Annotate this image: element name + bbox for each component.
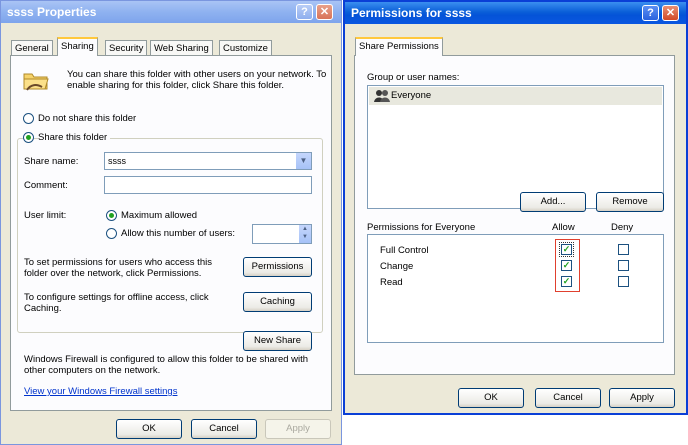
shared-folder-icon [23,73,49,91]
full-control-deny-checkbox[interactable] [618,244,629,255]
perm-apply-button[interactable]: Apply [609,388,675,408]
share-folder-radio[interactable] [23,132,34,143]
change-deny-checkbox[interactable] [618,260,629,271]
apply-button[interactable]: Apply [265,419,331,439]
tab-customize[interactable]: Customize [219,40,272,56]
allow-number-label: Allow this number of users: [121,228,236,239]
perm-read-label: Read [380,277,403,288]
comment-label: Comment: [24,180,68,191]
perm-change-label: Change [380,261,414,272]
firewall-settings-link[interactable]: View your Windows Firewall settings [24,386,177,397]
tab-sharing[interactable]: Sharing [57,37,98,56]
firewall-text: Windows Firewall is configured to allow … [24,354,309,376]
share-name-field[interactable]: ssss ▼ [104,152,312,170]
remove-button[interactable]: Remove [596,192,664,212]
sharing-panel: You can share this folder with other use… [10,55,332,411]
spinner-arrows-icon[interactable]: ▲ ▼ [299,225,311,243]
user-everyone: Everyone [391,90,432,101]
close-icon[interactable]: ✕ [316,4,333,20]
perm-ok-button[interactable]: OK [458,388,524,408]
permissions-window: Permissions for ssss ? ✕ Share Permissio… [343,0,688,415]
ok-button[interactable]: OK [116,419,182,439]
tab-security[interactable]: Security [105,40,148,56]
share-name-value: ssss [108,156,126,166]
tab-general[interactable]: General [11,40,53,56]
read-deny-checkbox[interactable] [618,276,629,287]
intro-text: You can share this folder with other use… [67,69,327,91]
close-icon[interactable]: ✕ [662,5,679,21]
new-share-button[interactable]: New Share [243,331,312,351]
properties-title: ssss Properties [7,5,97,19]
max-allowed-label: Maximum allowed [121,210,198,221]
permissions-titlebar[interactable]: Permissions for ssss ? ✕ [345,2,686,24]
change-allow-checkbox[interactable]: ✓ [561,260,572,271]
group-names-label: Group or user names: [367,72,460,83]
permissions-list: Full Control ✓ Change ✓ Read ✓ [367,234,664,343]
permissions-header: Permissions for Everyone [367,222,476,233]
deny-header: Deny [611,222,634,233]
add-button[interactable]: Add... [520,192,586,212]
user-limit-label: User limit: [24,210,67,221]
do-not-share-radio[interactable] [23,113,34,124]
permissions-title: Permissions for ssss [351,6,472,20]
share-folder-label: Share this folder [38,132,111,143]
help-icon[interactable]: ? [296,4,313,20]
allow-header: Allow [552,222,575,233]
user-list[interactable]: Everyone [367,85,664,209]
user-count-spinner[interactable]: ▲ ▼ [252,224,312,244]
share-name-label: Share name: [24,156,79,167]
comment-field[interactable] [104,176,312,194]
chevron-down-icon[interactable]: ▼ [296,153,311,169]
permissions-text: To set permissions for users who access … [24,257,212,279]
permissions-button[interactable]: Permissions [243,257,312,277]
do-not-share-label: Do not share this folder [38,113,137,124]
tab-web-sharing[interactable]: Web Sharing [150,40,213,56]
share-permissions-panel: Group or user names: Everyone Add... Rem… [354,55,675,375]
users-group-icon [374,90,390,102]
perm-cancel-button[interactable]: Cancel [535,388,601,408]
caching-text: To configure settings for offline access… [24,292,209,314]
list-item[interactable]: Everyone [369,87,662,105]
caching-button[interactable]: Caching [243,292,312,312]
max-allowed-radio[interactable] [106,210,117,221]
perm-full-control-label: Full Control [380,245,429,256]
read-allow-checkbox[interactable]: ✓ [561,276,572,287]
tab-share-permissions[interactable]: Share Permissions [355,37,443,56]
properties-titlebar[interactable]: ssss Properties ? ✕ [1,1,341,23]
properties-window: ssss Properties ? ✕ General Sharing Secu… [0,0,342,445]
cancel-button[interactable]: Cancel [191,419,257,439]
help-icon[interactable]: ? [642,5,659,21]
allow-number-radio[interactable] [106,228,117,239]
full-control-allow-checkbox[interactable]: ✓ [559,242,574,257]
